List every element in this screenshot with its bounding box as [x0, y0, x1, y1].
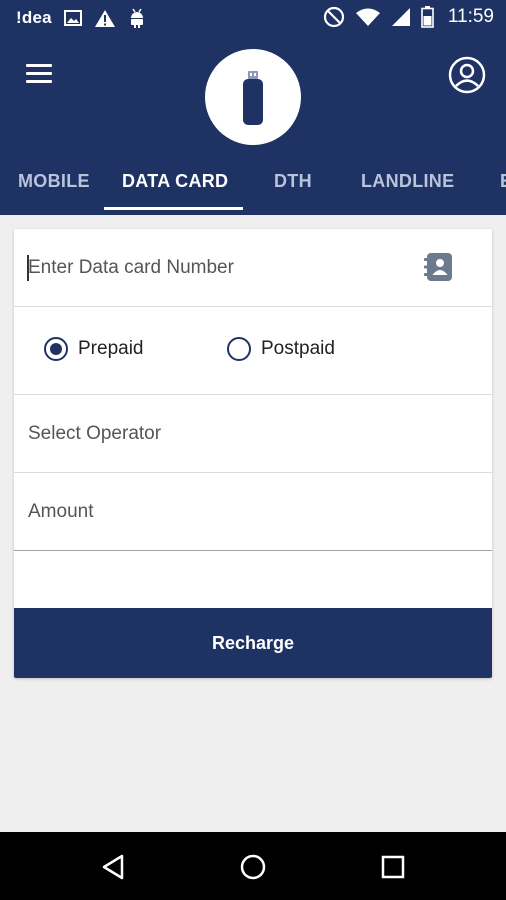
recharge-type-tabs: MOBILE DATA CARD DTH LANDLINE E: [0, 161, 506, 215]
image-icon: [63, 10, 82, 26]
tab-mobile[interactable]: MOBILE: [18, 171, 90, 192]
app-header: MOBILE DATA CARD DTH LANDLINE E: [0, 37, 506, 215]
android-icon: [130, 8, 143, 28]
recharge-form-card: Enter Data card Number Prepaid Postpaid …: [14, 229, 492, 678]
account-circle-icon[interactable]: [448, 56, 486, 94]
select-operator-field[interactable]: Select Operator: [14, 395, 492, 473]
usb-data-card-icon: [243, 71, 263, 125]
recharge-button[interactable]: Recharge: [14, 608, 492, 678]
contacts-book-icon[interactable]: [424, 251, 454, 283]
data-card-number-placeholder: Enter Data card Number: [28, 257, 234, 278]
status-bar: !dea 11:59: [0, 0, 506, 37]
radio-prepaid-circle: [44, 337, 68, 361]
radio-prepaid-label: Prepaid: [78, 338, 144, 359]
signal-icon: [391, 8, 410, 26]
tab-landline[interactable]: LANDLINE: [361, 171, 454, 192]
warning-icon: [94, 9, 115, 27]
radio-prepaid[interactable]: Prepaid: [44, 337, 144, 361]
back-icon[interactable]: [98, 852, 128, 882]
radio-postpaid-label: Postpaid: [261, 338, 335, 359]
radio-postpaid-circle: [227, 337, 251, 361]
status-left: !dea: [16, 7, 146, 29]
hamburger-menu-icon[interactable]: [26, 64, 52, 84]
amount-placeholder: Amount: [28, 501, 94, 522]
tab-electricity[interactable]: E: [500, 171, 506, 192]
select-operator-placeholder: Select Operator: [28, 423, 162, 444]
home-icon[interactable]: [238, 852, 268, 882]
status-right: 11:59: [323, 6, 494, 28]
carrier-name: !dea: [16, 8, 52, 27]
battery-icon: [421, 6, 434, 28]
active-tab-indicator: [104, 207, 243, 210]
status-clock: 11:59: [447, 6, 494, 27]
tab-dth[interactable]: DTH: [274, 171, 312, 192]
recents-icon[interactable]: [378, 852, 408, 882]
do-not-disturb-icon: [323, 6, 344, 28]
radio-postpaid[interactable]: Postpaid: [227, 337, 335, 361]
tab-data-card[interactable]: DATA CARD: [122, 171, 228, 192]
app-logo: [205, 49, 301, 145]
wifi-icon: [355, 8, 380, 26]
amount-field[interactable]: Amount: [14, 473, 492, 551]
data-card-number-field[interactable]: Enter Data card Number: [14, 229, 492, 307]
plan-type-radio-group: Prepaid Postpaid: [14, 307, 492, 395]
radio-selected-dot: [50, 343, 62, 355]
system-nav-bar: [0, 832, 506, 900]
